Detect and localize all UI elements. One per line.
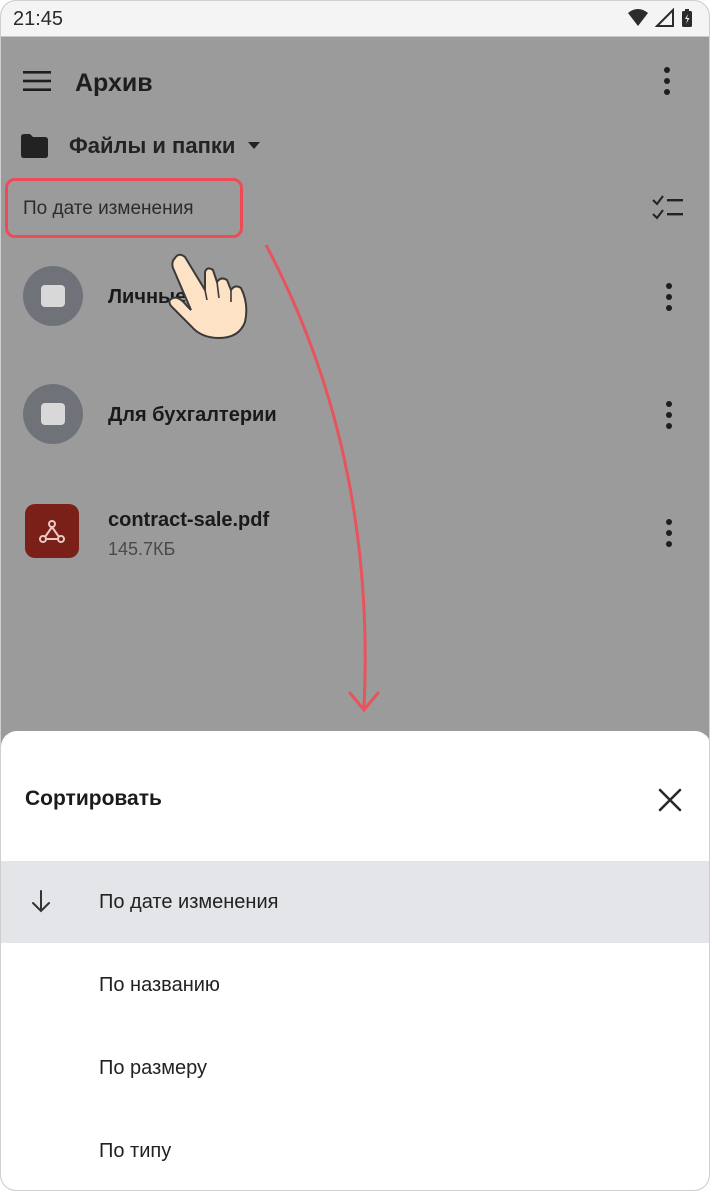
folder-switch-label: Файлы и папки: [69, 133, 236, 158]
sort-bottom-sheet: Сортировать По дате изменения По названи…: [1, 731, 709, 1190]
annotation-arrow-icon: [264, 244, 380, 713]
list-item-name: Для бухгалтерии: [108, 404, 277, 426]
status-time: 21:45: [13, 8, 64, 30]
battery-icon: [682, 9, 692, 27]
folder-switch-dropdown[interactable]: Файлы и папки: [19, 126, 261, 166]
sort-option-size[interactable]: По размеру: [1, 1027, 709, 1109]
file-size: 145.7КБ: [108, 539, 176, 559]
more-vertical-icon[interactable]: [658, 400, 680, 430]
sort-option-label: По названию: [99, 974, 220, 996]
sheet-title: Сортировать: [25, 787, 162, 810]
sort-option-label: По типу: [99, 1140, 172, 1162]
app-content: Архив Файлы и папки По дате изменения Ли…: [1, 38, 709, 731]
hamburger-menu-icon[interactable]: [23, 70, 51, 92]
signal-icon: [655, 8, 674, 27]
pdf-file-icon: [25, 504, 79, 558]
folder-avatar-icon: [23, 266, 83, 326]
sort-option-date[interactable]: По дате изменения: [1, 861, 709, 943]
status-icons: [627, 8, 693, 28]
sort-option-type[interactable]: По типу: [1, 1110, 709, 1190]
sort-option-name[interactable]: По названию: [1, 944, 709, 1026]
folder-icon: [21, 134, 48, 158]
more-vertical-icon[interactable]: [658, 518, 680, 548]
list-item-name: contract-sale.pdf: [108, 509, 270, 531]
page-title: Архив: [75, 69, 153, 97]
arrow-down-icon: [32, 890, 50, 913]
status-bar: 21:45: [1, 1, 709, 37]
folder-avatar-icon: [23, 384, 83, 444]
sort-option-label: По дате изменения: [99, 891, 279, 913]
more-vertical-icon[interactable]: [656, 66, 678, 96]
caret-down-icon: [248, 142, 261, 149]
sort-button-label: По дате изменения: [23, 198, 194, 219]
close-icon[interactable]: [653, 783, 687, 817]
sort-button[interactable]: По дате изменения: [5, 178, 243, 238]
multi-select-icon[interactable]: [651, 194, 685, 224]
more-vertical-icon[interactable]: [658, 282, 680, 312]
wifi-icon: [628, 9, 648, 26]
tap-hand-icon: [168, 253, 248, 340]
phone-screen: 21:45 Архив Файлы и папки По дате измене…: [0, 0, 710, 1191]
sort-option-label: По размеру: [99, 1057, 208, 1079]
